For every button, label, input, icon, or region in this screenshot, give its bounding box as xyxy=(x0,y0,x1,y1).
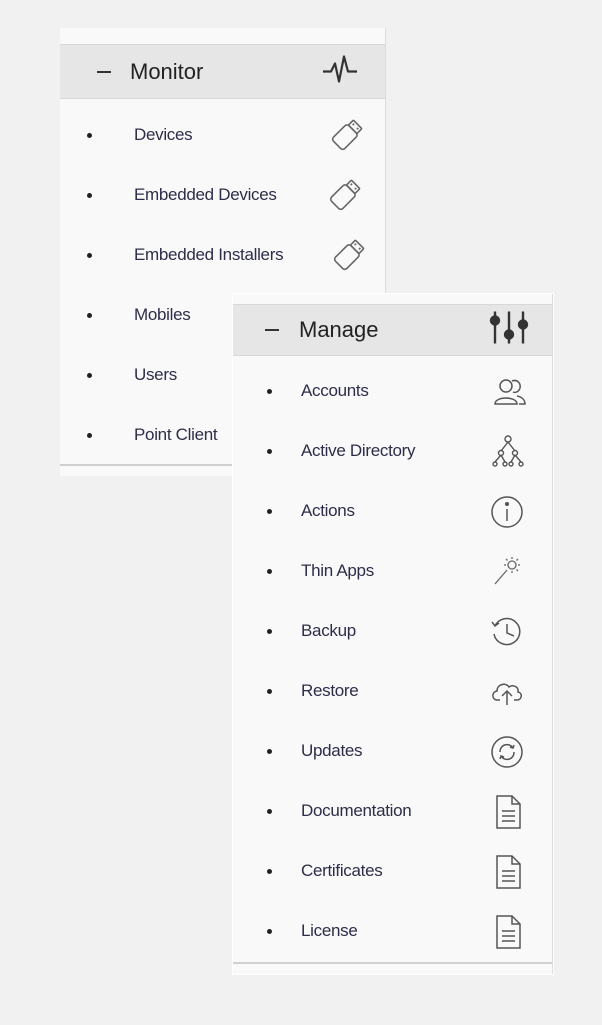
history-icon xyxy=(489,614,525,655)
sidebar-item-label: Active Directory xyxy=(301,441,416,460)
sidebar-item-active-directory[interactable]: Active Directory xyxy=(233,431,552,471)
usb-drive-icon xyxy=(332,238,366,277)
sidebar-item-thin-apps[interactable]: Thin Apps xyxy=(233,551,552,591)
sidebar-item-label: Updates xyxy=(301,741,363,760)
tree-icon xyxy=(491,434,525,473)
divider xyxy=(233,962,552,964)
sidebar-item-embedded-installers[interactable]: Embedded Installers xyxy=(60,235,385,275)
sidebar-item-label: Mobiles xyxy=(134,305,191,324)
document-icon xyxy=(494,794,522,835)
sidebar-item-backup[interactable]: Backup xyxy=(233,611,552,651)
sidebar-item-label: Documentation xyxy=(301,801,412,820)
sidebar-item-label: License xyxy=(301,921,358,940)
monitor-header[interactable]: Monitor xyxy=(60,44,385,99)
document-icon xyxy=(494,914,522,955)
sidebar-item-accounts[interactable]: Accounts xyxy=(233,371,552,411)
manage-panel: Manage Accounts Active Directory Actions… xyxy=(233,294,553,974)
sidebar-item-label: Point Client xyxy=(134,425,218,444)
sidebar-item-label: Accounts xyxy=(301,381,369,400)
collapse-icon[interactable] xyxy=(265,329,279,331)
sidebar-item-label: Embedded Installers xyxy=(134,245,284,264)
usb-drive-icon xyxy=(330,118,364,157)
info-icon xyxy=(489,494,525,535)
sidebar-item-devices[interactable]: Devices xyxy=(60,115,385,155)
refresh-icon xyxy=(489,734,525,775)
sidebar-item-actions[interactable]: Actions xyxy=(233,491,552,531)
sidebar-item-label: Users xyxy=(134,365,177,384)
sidebar-item-certificates[interactable]: Certificates xyxy=(233,851,552,891)
sidebar-item-updates[interactable]: Updates xyxy=(233,731,552,771)
sidebar-item-label: Restore xyxy=(301,681,359,700)
wand-icon xyxy=(491,554,525,593)
users-icon xyxy=(493,374,527,413)
usb-drive-icon xyxy=(328,178,362,217)
manage-title: Manage xyxy=(299,317,379,342)
sidebar-item-embedded-devices[interactable]: Embedded Devices xyxy=(60,175,385,215)
sidebar-item-documentation[interactable]: Documentation xyxy=(233,791,552,831)
sidebar-item-label: Thin Apps xyxy=(301,561,374,580)
sidebar-item-label: Embedded Devices xyxy=(134,185,277,204)
pulse-icon xyxy=(322,53,358,90)
sidebar-item-label: Actions xyxy=(301,501,355,520)
sidebar-item-label: Certificates xyxy=(301,861,383,880)
sidebar-item-label: Devices xyxy=(134,125,193,144)
monitor-title: Monitor xyxy=(130,58,204,84)
cloud-upload-icon xyxy=(489,674,525,715)
collapse-icon[interactable] xyxy=(97,70,111,73)
sidebar-item-license[interactable]: License xyxy=(233,911,552,951)
document-icon xyxy=(494,854,522,895)
manage-header[interactable]: Manage xyxy=(233,304,552,356)
sliders-icon xyxy=(488,310,532,351)
sidebar-item-restore[interactable]: Restore xyxy=(233,671,552,711)
sidebar-item-label: Backup xyxy=(301,621,356,640)
